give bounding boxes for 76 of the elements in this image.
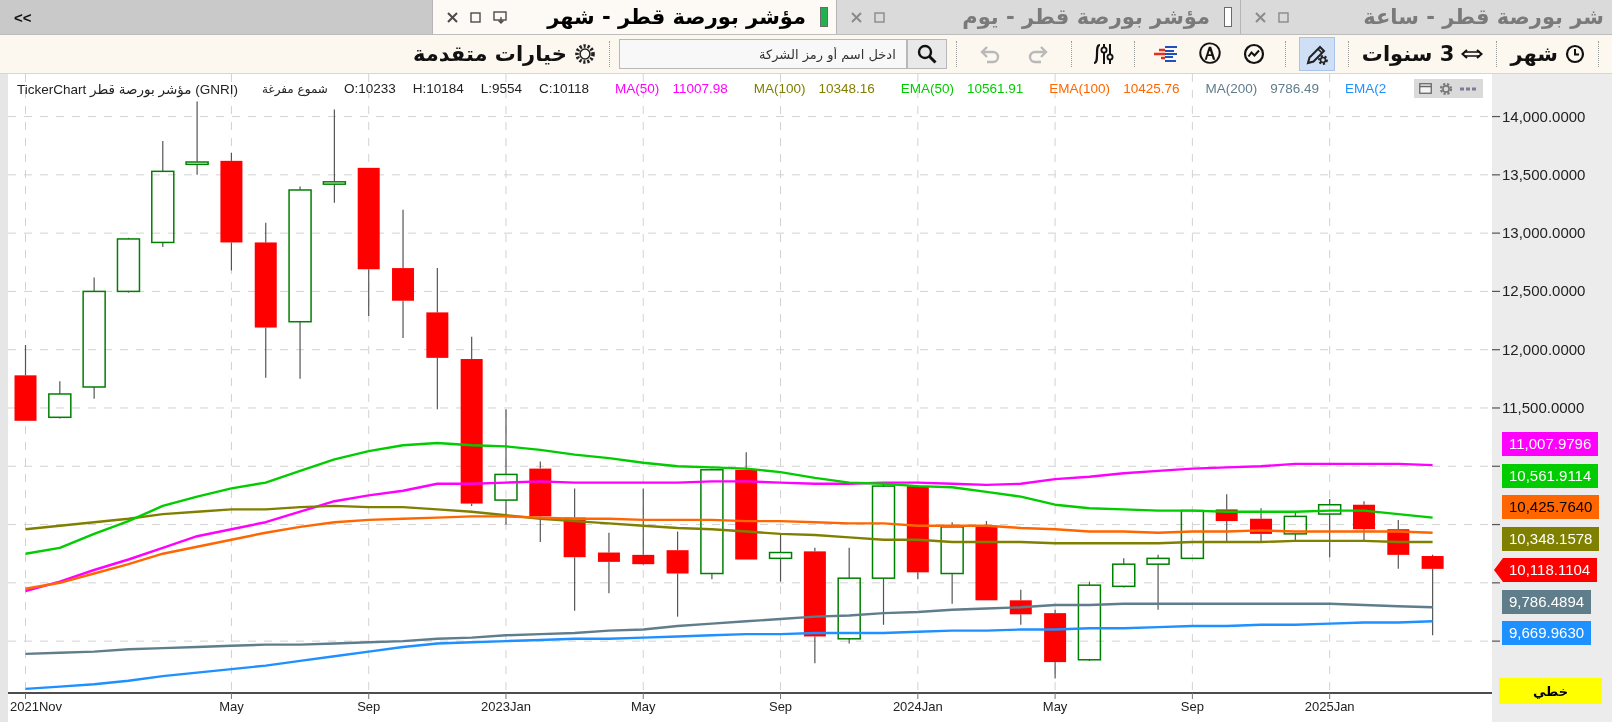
interval-dropdown[interactable]: شهر — [1506, 42, 1589, 66]
indicator-value: 9786.49 — [1270, 81, 1319, 96]
search-icon[interactable] — [916, 44, 937, 64]
window-icon[interactable] — [1419, 83, 1433, 94]
gear-icon[interactable] — [573, 43, 596, 65]
tab[interactable]: مؤشر بورصة قطر - شهر — [432, 0, 836, 34]
price-label: 9,669.9630 — [1502, 621, 1592, 645]
indicator-value: 10561.91 — [967, 81, 1024, 96]
indicator-value: 10425.76 — [1123, 81, 1180, 96]
axis-label: Sep — [357, 699, 381, 714]
axis-label: 2025Jan — [1304, 699, 1355, 714]
indicator-value: 10348.16 — [818, 81, 875, 96]
candle — [1317, 498, 1342, 558]
axis-label: 12,000.0000 — [1502, 340, 1586, 359]
indicator-label: MA(100) — [753, 81, 806, 96]
tool-button[interactable] — [1298, 37, 1335, 71]
candle — [597, 532, 620, 594]
advanced-options-button[interactable]: خيارات متقدمة — [408, 42, 600, 66]
candle — [116, 237, 141, 294]
axis-label: 13,000.0000 — [1502, 224, 1586, 243]
price-label: 10,348.1578 — [1502, 526, 1600, 551]
legend-title: TickerChart مؤشر بورصة قطر (GNRI) — [17, 80, 238, 97]
axis-label: 11,500.0000 — [1502, 398, 1585, 417]
price-label: 10,118.1104 — [1494, 558, 1598, 582]
indicator-label: EMA(50) — [900, 81, 955, 96]
horizontal-lines-icon[interactable] — [1152, 44, 1179, 64]
axis-label: May — [219, 699, 244, 714]
indicator-label: MA(200) — [1205, 81, 1258, 96]
scroll-tabs-button[interactable]: << — [0, 0, 46, 34]
axis-label: 12,500.0000 — [1502, 282, 1586, 301]
ohlc-value: L:9554 — [480, 81, 523, 96]
settings-icon[interactable] — [1439, 81, 1454, 96]
candle — [1353, 500, 1375, 543]
axis-label: 13,500.0000 — [1502, 165, 1586, 184]
candle — [48, 380, 72, 420]
maximize-icon[interactable] — [470, 11, 481, 23]
price-label: 10,561.9114 — [1502, 463, 1599, 488]
price-label: 11,007.9796 — [1502, 432, 1599, 456]
wave-circle-icon[interactable] — [1242, 43, 1265, 65]
ohlc-value: H:10184 — [412, 81, 464, 96]
price-label: 9,786.4894 — [1502, 589, 1592, 614]
tool-button[interactable]: Ⓐ — [1191, 37, 1228, 71]
ohlc-value: O:10233 — [343, 81, 396, 96]
candle — [1044, 609, 1067, 680]
candle — [1215, 493, 1238, 543]
candle — [1283, 512, 1308, 543]
axis-label: 2023Jan — [481, 699, 531, 714]
axis-label: Sep — [1180, 699, 1204, 714]
indicator-value: 11007.98 — [672, 81, 728, 96]
close-icon[interactable] — [447, 11, 458, 23]
candle — [768, 533, 793, 583]
candle — [1112, 557, 1136, 589]
axis-label: 2024Jan — [892, 699, 943, 714]
more-icon[interactable] — [1460, 85, 1479, 92]
double-arrow-icon[interactable] — [1461, 48, 1484, 60]
candle — [1009, 589, 1032, 626]
candle — [1146, 554, 1170, 611]
candle — [1180, 509, 1205, 560]
ohlc-value: C:10118 — [539, 81, 590, 96]
clock-icon[interactable] — [1565, 44, 1585, 64]
range-dropdown[interactable]: 3 سنوات — [1357, 42, 1488, 66]
search-button[interactable] — [906, 39, 947, 69]
axis-label: Sep — [768, 699, 793, 714]
candle — [1387, 519, 1410, 570]
scale-button[interactable]: خطي — [1499, 678, 1602, 704]
price-label: 10,425.7640 — [1502, 495, 1600, 519]
axis-label: May — [1042, 699, 1068, 714]
axis-label: 14,000.0000 — [1502, 107, 1586, 126]
axis-label: 2021Nov — [10, 699, 63, 714]
restore-icon[interactable] — [493, 10, 507, 24]
indicator-label: MA(50) — [615, 81, 660, 96]
axis-label: May — [631, 699, 656, 714]
candle — [1250, 507, 1273, 543]
indicator-label: EMA(2 — [1345, 81, 1387, 96]
chart-style-label: شموع مفرغة — [261, 81, 328, 96]
indicator-label: EMA(100) — [1049, 81, 1111, 96]
